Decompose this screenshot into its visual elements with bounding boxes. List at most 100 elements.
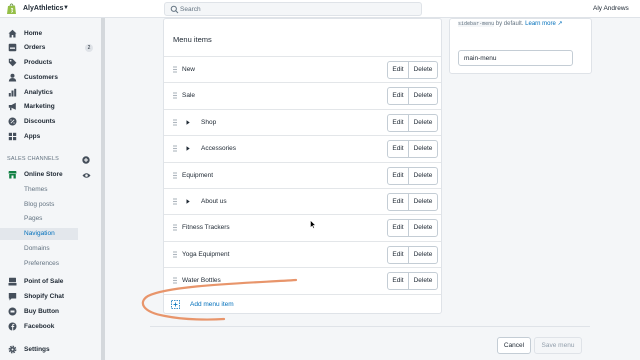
delete-button[interactable]: Delete — [409, 115, 437, 131]
drag-handle-icon[interactable] — [173, 251, 177, 258]
menu-item-name: Equipment — [182, 171, 214, 179]
sidebar-item-home[interactable]: Home — [0, 27, 100, 41]
add-menu-item-link[interactable]: Add menu item — [190, 301, 234, 308]
menu-item-actions: Edit Delete — [387, 61, 438, 79]
top-bar: AlyAthletics ▼ Search Aly Andrews — [0, 0, 640, 18]
menu-item-row[interactable]: New Edit Delete — [164, 56, 441, 82]
buy-button-icon — [8, 307, 17, 316]
sidebar-sub-domains[interactable]: Domains — [0, 243, 78, 255]
sidebar-item-marketing[interactable]: Marketing — [0, 100, 100, 114]
search-icon — [170, 5, 179, 14]
menu-item-row[interactable]: Water Bottles Edit Delete — [164, 267, 441, 293]
gear-icon — [8, 345, 17, 354]
drag-handle-icon[interactable] — [173, 119, 177, 126]
menu-item-row[interactable]: Yoga Equipment Edit Delete — [164, 240, 441, 267]
delete-button[interactable]: Delete — [409, 247, 437, 263]
sales-channels-title: SALES CHANNELS — [7, 156, 60, 162]
expand-chevron-icon[interactable] — [186, 199, 190, 204]
sidebar-item-facebook[interactable]: Facebook — [0, 320, 100, 334]
edit-button[interactable]: Edit — [388, 167, 409, 184]
search-input[interactable]: Search — [164, 2, 422, 16]
sidebar-item-orders[interactable]: Orders 2 — [0, 41, 100, 55]
edit-button[interactable]: Edit — [388, 273, 409, 290]
sidebar-item-settings[interactable]: Settings — [0, 343, 100, 357]
menu-item-row[interactable]: Fitness Trackers Edit Delete — [164, 214, 441, 240]
edit-button[interactable]: Edit — [388, 88, 409, 105]
add-sales-channel-icon[interactable] — [82, 156, 90, 164]
menu-item-actions: Edit Delete — [387, 113, 438, 132]
edit-button[interactable]: Edit — [388, 62, 409, 78]
expand-chevron-icon[interactable] — [186, 120, 190, 125]
user-name[interactable]: Aly Andrews — [593, 5, 629, 12]
drag-handle-icon[interactable] — [173, 92, 177, 99]
edit-button[interactable]: Edit — [388, 220, 409, 237]
person-icon — [8, 73, 17, 82]
drag-handle-icon[interactable] — [173, 198, 177, 205]
menu-item-name: Sale — [182, 92, 196, 100]
avatar[interactable] — [579, 4, 589, 14]
view-store-eye-icon[interactable] — [82, 172, 91, 179]
delete-button[interactable]: Delete — [409, 220, 437, 236]
sidebar-item-products[interactable]: Products — [0, 56, 100, 70]
sidebar-sub-pages[interactable]: Pages — [0, 213, 78, 225]
tag-icon — [8, 58, 17, 67]
orders-icon — [8, 43, 17, 52]
drag-handle-icon[interactable] — [173, 224, 177, 231]
edit-button[interactable]: Edit — [388, 114, 409, 131]
edit-button[interactable]: Edit — [388, 141, 409, 158]
menu-item-row[interactable]: About us Edit Delete — [164, 188, 441, 214]
save-menu-button[interactable]: Save menu — [534, 337, 582, 354]
add-menu-item-row[interactable]: Add menu item — [164, 294, 441, 314]
menu-item-name: New — [182, 66, 196, 73]
sidebar-item-apps[interactable]: Apps — [0, 130, 100, 144]
sidebar-item-customers[interactable]: Customers — [0, 71, 100, 85]
delete-button[interactable]: Delete — [409, 273, 437, 289]
sidebar-item-shopify-chat[interactable]: Shopify Chat — [0, 290, 100, 304]
drag-handle-icon[interactable] — [173, 145, 177, 152]
delete-button[interactable]: Delete — [409, 88, 437, 104]
drag-handle-icon[interactable] — [173, 277, 177, 284]
sidebar-sub-preferences[interactable]: Preferences — [0, 258, 78, 270]
apps-icon — [8, 132, 17, 141]
menu-item-row[interactable]: Shop Edit Delete — [164, 108, 441, 135]
delete-button[interactable]: Delete — [409, 168, 437, 184]
handle-input[interactable]: main-menu — [458, 50, 573, 66]
sidebar-item-discounts[interactable]: Discounts — [0, 115, 100, 129]
store-dropdown-icon[interactable]: ▼ — [63, 5, 69, 11]
delete-button[interactable]: Delete — [409, 62, 437, 78]
menu-item-actions: Edit Delete — [387, 87, 438, 106]
menu-item-name: Accessories — [201, 145, 237, 153]
learn-more-link[interactable]: Learn more — [525, 21, 556, 27]
sidebar-item-point-of-sale[interactable]: Point of Sale — [0, 275, 100, 289]
store-name[interactable]: AlyAthletics — [23, 5, 63, 12]
megaphone-icon — [8, 102, 16, 111]
edit-button[interactable]: Edit — [388, 194, 409, 210]
menu-item-row[interactable]: Equipment Edit Delete — [164, 161, 441, 188]
menu-item-row[interactable]: Sale Edit Delete — [164, 82, 441, 108]
footer-divider — [150, 326, 590, 327]
cancel-button[interactable]: Cancel — [497, 337, 531, 354]
drag-handle-icon[interactable] — [173, 171, 177, 179]
delete-button[interactable]: Delete — [409, 194, 437, 210]
menu-items-card: Menu items New Edit Delete Sale Edit Delete Sh… — [163, 18, 442, 314]
shopify-logo[interactable] — [6, 3, 17, 15]
delete-button[interactable]: Delete — [409, 141, 437, 157]
handle-card: sidebar-menu by default. Learn more ↗ ma… — [449, 18, 592, 74]
sidebar-sub-navigation[interactable]: Navigation — [0, 228, 78, 240]
sidebar-scrollbar[interactable] — [101, 18, 105, 360]
card-title: Menu items — [173, 35, 212, 44]
menu-item-name: About us — [201, 198, 227, 205]
expand-chevron-icon[interactable] — [186, 146, 190, 151]
orders-count-badge: 2 — [85, 44, 93, 52]
chat-icon — [8, 293, 17, 301]
sidebar-item-buy-button[interactable]: Buy Button — [0, 305, 100, 319]
sidebar-sub-themes[interactable]: Themes — [0, 184, 78, 196]
sidebar-item-analytics[interactable]: Analytics — [0, 86, 100, 100]
mouse-cursor-icon — [310, 220, 316, 229]
pos-icon — [8, 277, 17, 286]
edit-button[interactable]: Edit — [388, 246, 409, 263]
menu-item-actions: Edit Delete — [387, 140, 438, 159]
menu-item-row[interactable]: Accessories Edit Delete — [164, 135, 441, 161]
sidebar-sub-blog-posts[interactable]: Blog posts — [0, 199, 78, 211]
drag-handle-icon[interactable] — [173, 66, 177, 73]
